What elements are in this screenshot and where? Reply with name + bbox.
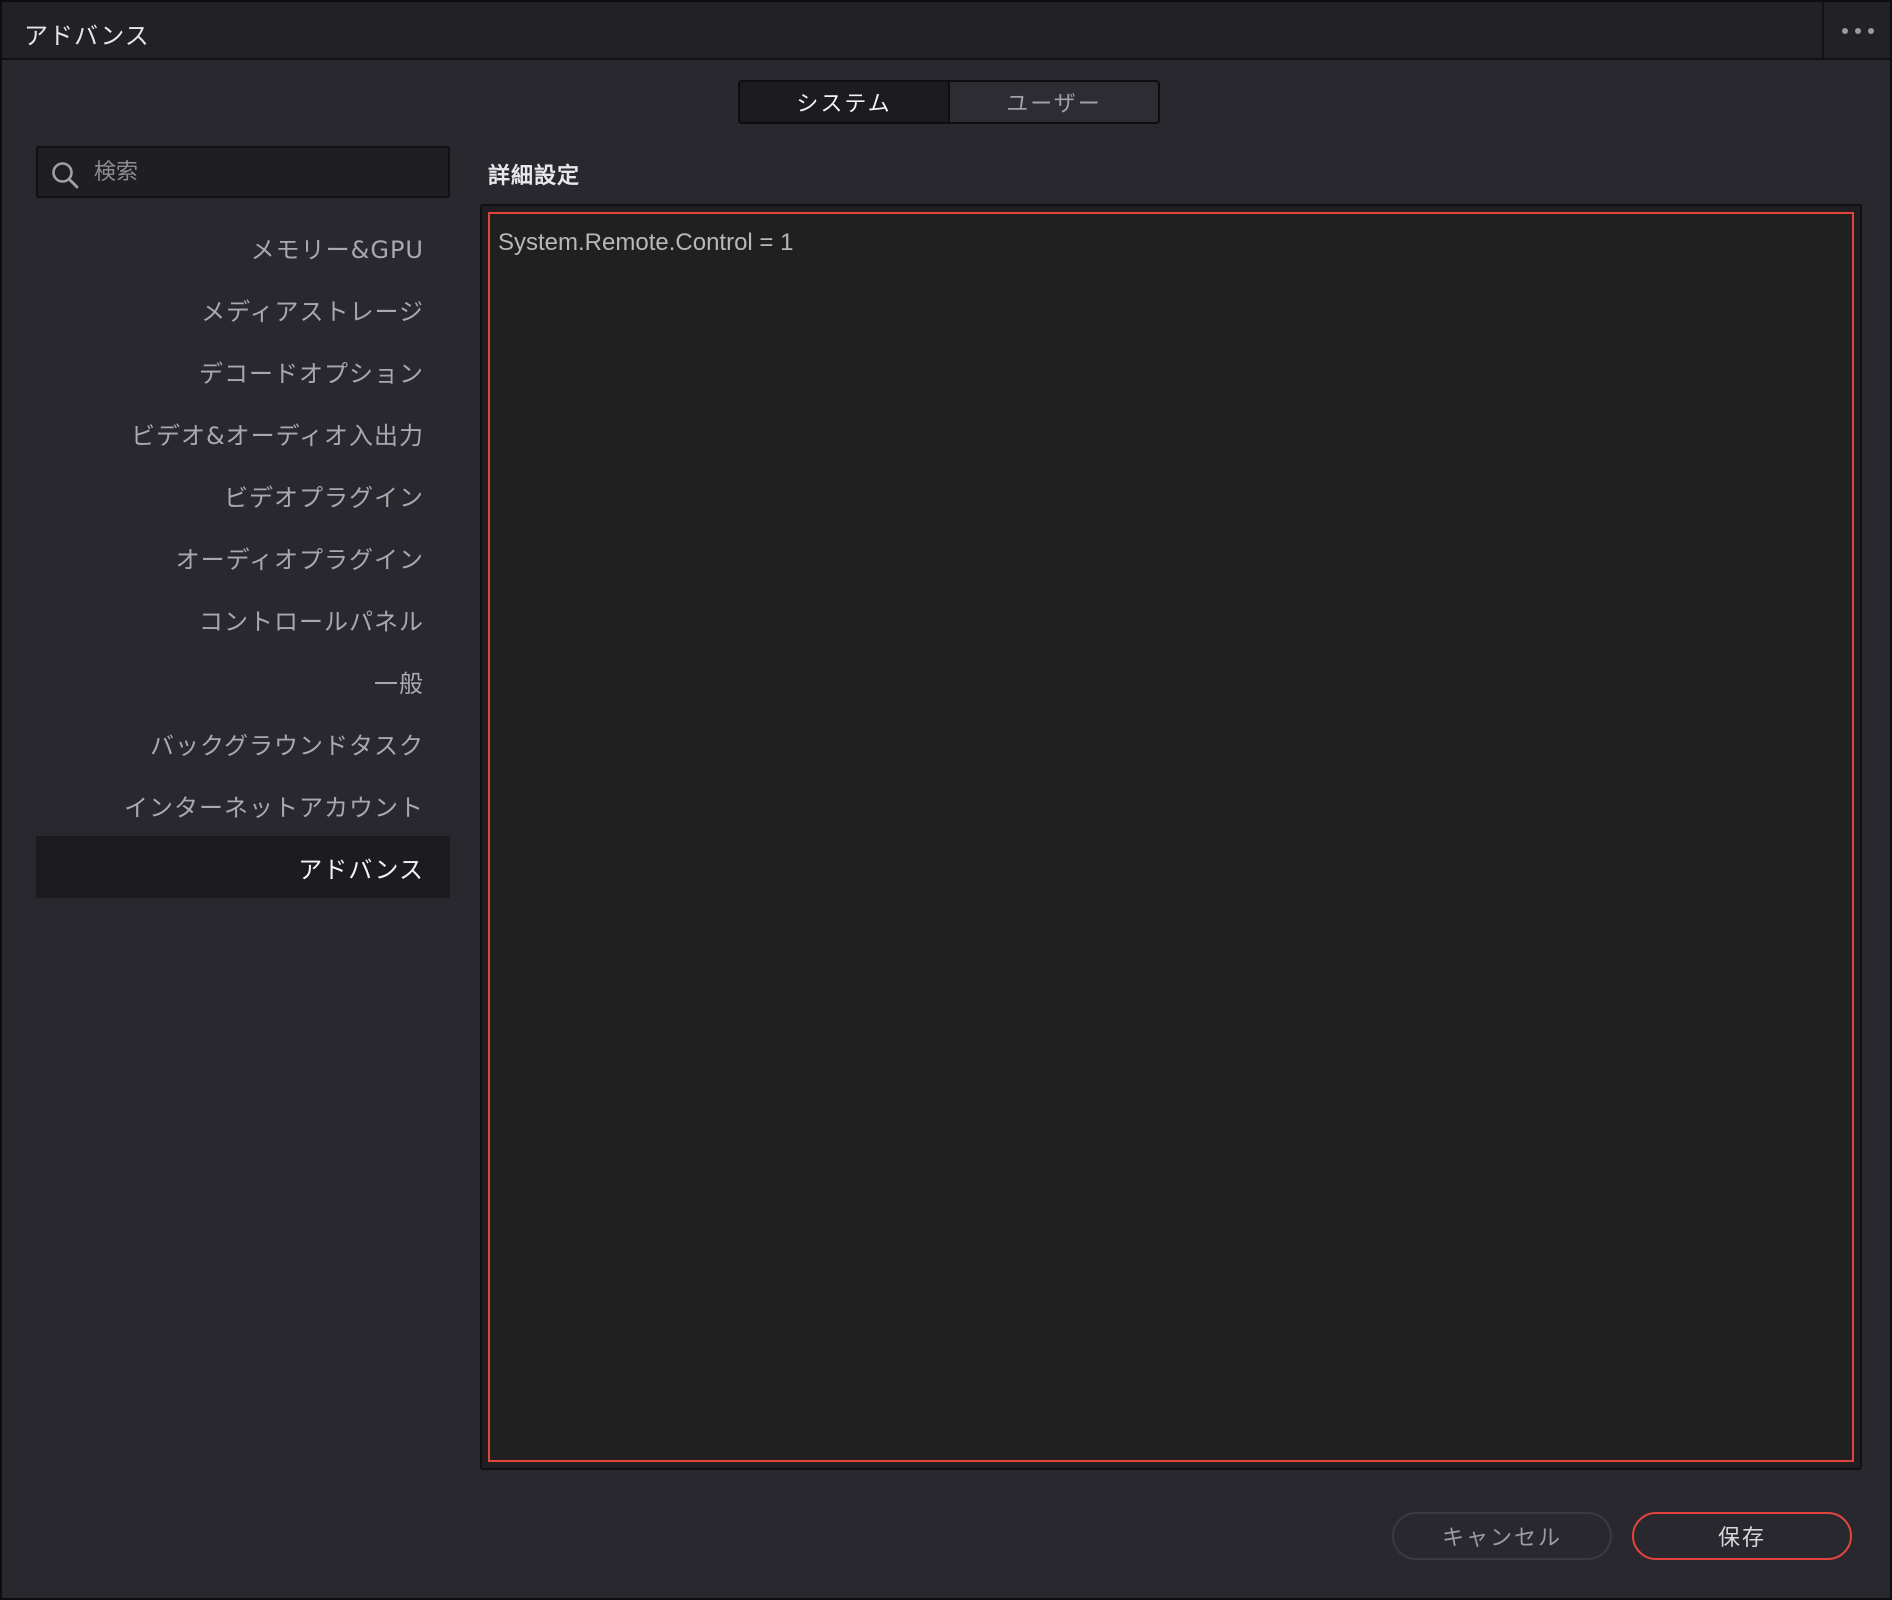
- preferences-window: アドバンス システム ユーザー メモリー&GPU メディアストレージ デコードオ…: [0, 0, 1892, 1600]
- dot: [1842, 28, 1848, 34]
- scope-tabs: システム ユーザー: [738, 80, 1160, 124]
- title-divider: [1822, 2, 1824, 60]
- sidebar-item-video-audio-io[interactable]: ビデオ&オーディオ入出力: [36, 402, 450, 464]
- search-icon: [52, 162, 79, 189]
- tab-system[interactable]: システム: [740, 82, 950, 122]
- sidebar-item-background-tasks[interactable]: バックグラウンドタスク: [36, 712, 450, 774]
- sidebar-item-audio-plugins[interactable]: オーディオプラグイン: [36, 526, 450, 588]
- sidebar-item-internet-accounts[interactable]: インターネットアカウント: [36, 774, 450, 836]
- sidebar-item-advanced[interactable]: アドバンス: [36, 836, 450, 898]
- sidebar-item-media-storage[interactable]: メディアストレージ: [36, 278, 450, 340]
- tab-user[interactable]: ユーザー: [950, 82, 1158, 122]
- sidebar-item-decode-options[interactable]: デコードオプション: [36, 340, 450, 402]
- title-bar: アドバンス: [2, 2, 1890, 60]
- sidebar-item-general[interactable]: 一般: [36, 650, 450, 712]
- sidebar-item-control-panels[interactable]: コントロールパネル: [36, 588, 450, 650]
- sidebar-item-memory-gpu[interactable]: メモリー&GPU: [36, 216, 450, 278]
- advanced-settings-editor[interactable]: System.Remote.Control = 1: [488, 212, 1854, 1462]
- sidebar: メモリー&GPU メディアストレージ デコードオプション ビデオ&オーディオ入出…: [36, 216, 450, 898]
- save-button[interactable]: 保存: [1632, 1512, 1852, 1560]
- more-options-icon[interactable]: [1834, 16, 1882, 46]
- search-input[interactable]: [88, 148, 438, 196]
- section-title: 詳細設定: [488, 164, 581, 189]
- editor-frame: System.Remote.Control = 1: [480, 204, 1862, 1470]
- cancel-button[interactable]: キャンセル: [1392, 1512, 1612, 1560]
- sidebar-item-video-plugins[interactable]: ビデオプラグイン: [36, 464, 450, 526]
- dot: [1868, 28, 1874, 34]
- search-box: [36, 146, 450, 198]
- dot: [1855, 28, 1861, 34]
- window-title: アドバンス: [24, 22, 150, 50]
